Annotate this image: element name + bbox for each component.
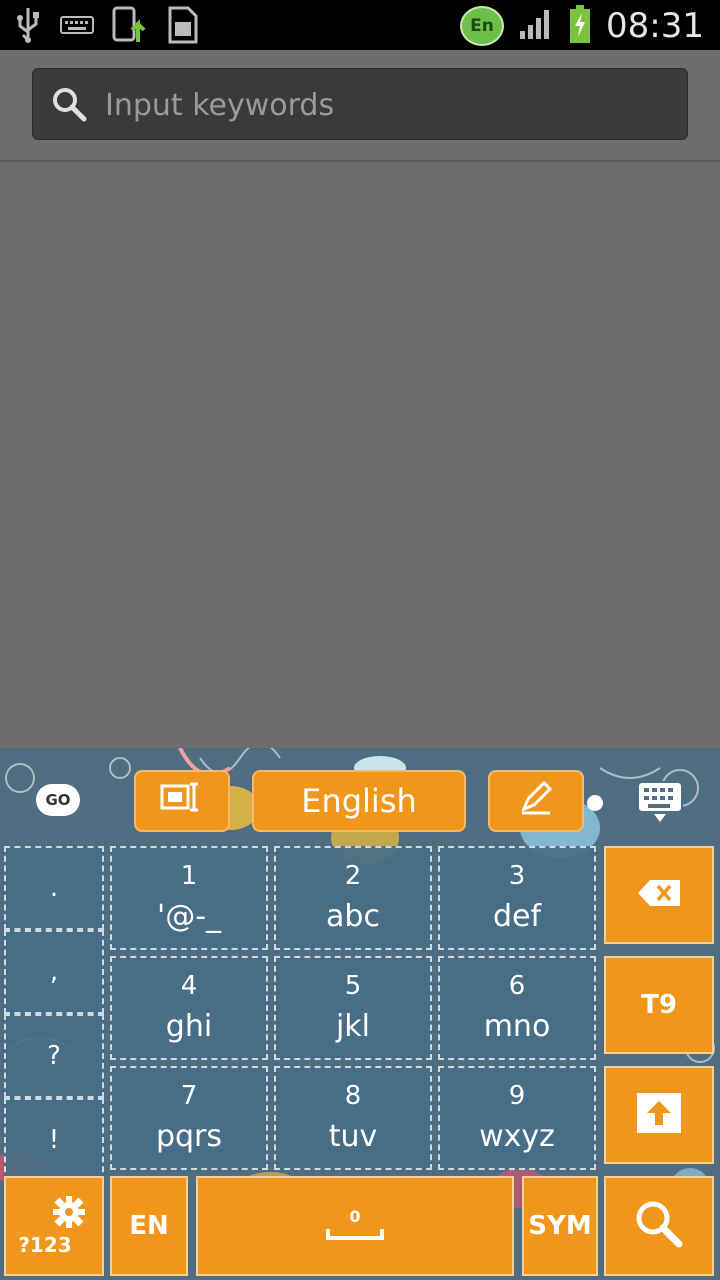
backspace-button[interactable] <box>604 846 714 944</box>
key-letters: '@-_ <box>156 899 222 934</box>
key-comma[interactable]: , <box>4 930 104 1014</box>
upload-icon <box>112 6 148 48</box>
key-7[interactable]: 7 pqrs <box>110 1066 268 1170</box>
signal-icon <box>518 7 554 45</box>
sym-label: SYM <box>528 1211 592 1241</box>
en-label: EN <box>129 1211 169 1241</box>
hide-keyboard-icon[interactable] <box>636 778 686 828</box>
key-number: 7 <box>180 1081 198 1111</box>
key-letters: wxyz <box>479 1119 555 1154</box>
space-bar-icon <box>325 1226 385 1245</box>
layout-button[interactable] <box>134 770 230 832</box>
t9-button[interactable]: T9 <box>604 956 714 1054</box>
key-number: 3 <box>508 861 526 891</box>
key-period[interactable]: . <box>4 846 104 930</box>
key-number: 8 <box>344 1081 362 1111</box>
key-letters: ghi <box>165 1009 213 1044</box>
key-number: 4 <box>180 971 198 1001</box>
keyboard: GO English . , ? ! 1 '@-_ 2 abc 3 def 4 <box>0 748 720 1280</box>
status-bar: En 08:31 <box>0 0 720 50</box>
search-icon <box>633 1198 685 1254</box>
gear-icon <box>52 1195 86 1233</box>
key-letters: jkl <box>335 1009 371 1044</box>
key-6[interactable]: 6 mno <box>438 956 596 1060</box>
key-number: 2 <box>344 861 362 891</box>
key-letters: mno <box>483 1009 551 1044</box>
key-question[interactable]: ? <box>4 1014 104 1098</box>
keyboard-toolbar: GO English <box>0 748 720 844</box>
space-zero-label: 0 <box>349 1206 361 1226</box>
key-3[interactable]: 3 def <box>438 846 596 950</box>
key-1[interactable]: 1 '@-_ <box>110 846 268 950</box>
settings-key[interactable]: ?123 <box>4 1176 104 1276</box>
search-input[interactable] <box>105 69 675 141</box>
sd-card-icon <box>166 6 198 48</box>
search-box[interactable] <box>32 68 688 141</box>
keyboard-icon <box>60 13 94 41</box>
key-8[interactable]: 8 tuv <box>274 1066 432 1170</box>
search-key[interactable] <box>604 1176 714 1276</box>
shift-button[interactable] <box>604 1066 714 1164</box>
space-key[interactable]: 0 <box>196 1176 514 1276</box>
key-9[interactable]: 9 wxyz <box>438 1066 596 1170</box>
t9-label: T9 <box>641 990 677 1020</box>
shift-arrow-icon <box>635 1091 683 1139</box>
layout-icon <box>160 780 204 822</box>
search-bar <box>0 50 720 162</box>
handwriting-button[interactable] <box>488 770 584 832</box>
battery-charging-icon <box>568 4 592 48</box>
key-4[interactable]: 4 ghi <box>110 956 268 1060</box>
backspace-icon <box>636 878 682 912</box>
clock: 08:31 <box>606 6 704 46</box>
key-5[interactable]: 5 jkl <box>274 956 432 1060</box>
pencil-icon <box>516 777 556 825</box>
key-letters: def <box>492 899 542 934</box>
key-2[interactable]: 2 abc <box>274 846 432 950</box>
sym-key[interactable]: SYM <box>522 1176 598 1276</box>
key-letters: abc <box>326 899 380 934</box>
key-number: 9 <box>508 1081 526 1111</box>
key-exclamation[interactable]: ! <box>4 1098 104 1182</box>
key-letters: tuv <box>328 1119 378 1154</box>
key-letters: pqrs <box>155 1119 223 1154</box>
go-logo: GO <box>36 784 80 816</box>
language-badge: En <box>460 6 505 46</box>
symbols-label: ?123 <box>18 1233 72 1257</box>
key-number: 5 <box>344 971 362 1001</box>
en-key[interactable]: EN <box>110 1176 188 1276</box>
usb-icon <box>14 6 42 48</box>
key-number: 1 <box>180 861 198 891</box>
language-button[interactable]: English <box>252 770 466 832</box>
key-number: 6 <box>508 971 526 1001</box>
search-icon <box>51 86 87 126</box>
